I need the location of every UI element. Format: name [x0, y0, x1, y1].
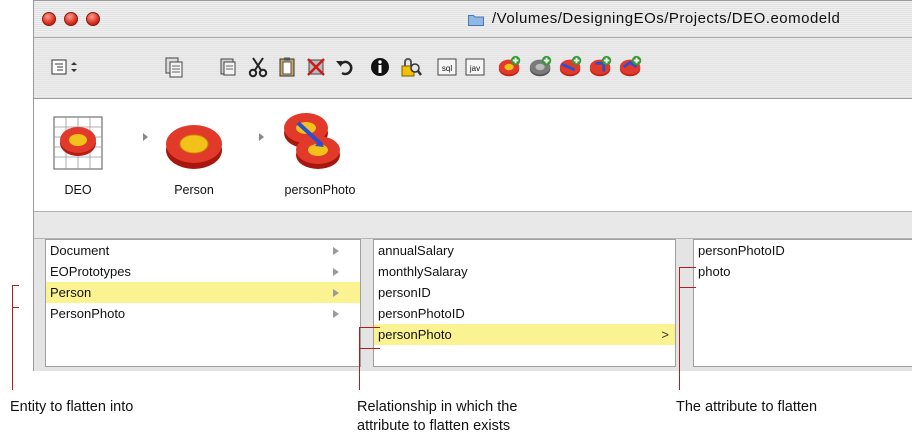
relationship-icon [284, 113, 340, 169]
browser-column-properties[interactable]: annualSalary monthlySalaray personID per… [373, 239, 676, 367]
lock-search-button[interactable] [398, 54, 424, 80]
list-item[interactable]: personPhotoID [694, 240, 912, 261]
expand-arrow-icon [333, 289, 339, 297]
copy-button[interactable] [161, 54, 187, 80]
browser-column-attributes[interactable]: personPhotoID photo [693, 239, 912, 367]
info-button[interactable] [367, 54, 393, 80]
entity-bracket [12, 285, 19, 308]
undo-button[interactable] [332, 54, 358, 80]
add-fetch-spec-icon [589, 55, 612, 77]
list-item-selected[interactable]: Person [46, 282, 360, 303]
java-icon: jav [465, 58, 485, 76]
list-item[interactable]: monthlySalaray [374, 261, 675, 282]
minimize-button[interactable] [64, 12, 78, 26]
path-item-label: Person [174, 183, 214, 197]
attribute-callout-line [679, 286, 680, 390]
relationship-callout-line1: Relationship in which the [357, 399, 518, 415]
add-fetch-spec-button[interactable] [588, 54, 614, 80]
list-view-icon [51, 59, 77, 75]
relationship-bracket [359, 327, 380, 349]
add-entity-button[interactable] [497, 54, 523, 80]
add-stored-proc-icon [619, 55, 642, 77]
list-item[interactable]: Document [46, 240, 360, 261]
add-attribute-icon [529, 55, 552, 77]
entity-callout-text: Entity to flatten into [10, 399, 134, 415]
attribute-bracket [679, 267, 696, 288]
path-item-label: personPhoto [284, 183, 356, 197]
list-item[interactable]: photo [694, 261, 912, 282]
attribute-callout-text: The attribute to flatten [676, 399, 818, 415]
entity-icon [166, 125, 222, 169]
model-icon [53, 116, 103, 170]
add-relationship-button[interactable] [558, 54, 584, 80]
delete-button[interactable] [303, 54, 329, 80]
java-button[interactable]: jav [462, 54, 488, 80]
entity-callout-line [12, 306, 13, 390]
relationship-callout-line2: attribute to flatten exists [357, 418, 511, 434]
path-arrow-icon [143, 133, 148, 141]
path-view: DEO Person personPhoto [34, 99, 912, 212]
relationship-callout-text: Relationship in which the attribute to f… [357, 398, 517, 436]
sql-button[interactable]: sql [434, 54, 460, 80]
expand-arrow-icon [333, 310, 339, 318]
add-attribute-button[interactable] [528, 54, 554, 80]
cut-icon [248, 57, 268, 78]
cut-button[interactable] [245, 54, 271, 80]
clipboard-icon [279, 57, 295, 77]
list-item-selected[interactable]: personPhoto > [374, 324, 675, 345]
copy-icon [165, 57, 183, 78]
expand-arrow-icon [333, 268, 339, 276]
delete-icon [307, 58, 325, 76]
add-entity-icon [498, 55, 521, 77]
folder-icon [468, 15, 484, 26]
undo-icon [336, 60, 353, 76]
list-item[interactable]: PersonPhoto [46, 303, 360, 324]
list-view-button[interactable] [50, 54, 90, 80]
list-item[interactable]: EOPrototypes [46, 261, 360, 282]
lock-search-icon [401, 58, 422, 77]
separator-strip [34, 212, 912, 239]
chevron-right-icon: > [661, 327, 669, 342]
window-title: /Volumes/DesigningEOs/Projects/DEO.eomod… [492, 10, 841, 27]
list-item[interactable]: personPhotoID [374, 303, 675, 324]
zoom-button[interactable] [86, 12, 100, 26]
list-item[interactable]: personID [374, 282, 675, 303]
path-arrow-icon [259, 133, 264, 141]
java-icon-label: jav [469, 64, 480, 73]
sql-icon: sql [437, 58, 457, 76]
close-button[interactable] [42, 12, 56, 26]
relationship-callout-line [359, 347, 360, 390]
clipboard-button[interactable] [274, 54, 300, 80]
expand-arrow-icon [333, 247, 339, 255]
add-stored-proc-button[interactable] [618, 54, 644, 80]
toolbar: sql jav [34, 38, 912, 99]
add-relationship-icon [559, 55, 582, 77]
title-bar[interactable]: /Volumes/DesigningEOs/Projects/DEO.eomod… [34, 1, 912, 38]
info-icon [371, 58, 389, 76]
paste-icon [220, 58, 236, 76]
path-item-label: DEO [64, 183, 92, 197]
list-item[interactable]: annualSalary [374, 240, 675, 261]
paste-button[interactable] [215, 54, 241, 80]
eomodeler-window: /Volumes/DesigningEOs/Projects/DEO.eomod… [33, 0, 912, 371]
browser-column-entities[interactable]: Document EOPrototypes Person PersonPhoto [45, 239, 361, 367]
sql-icon-label: sql [442, 64, 452, 73]
